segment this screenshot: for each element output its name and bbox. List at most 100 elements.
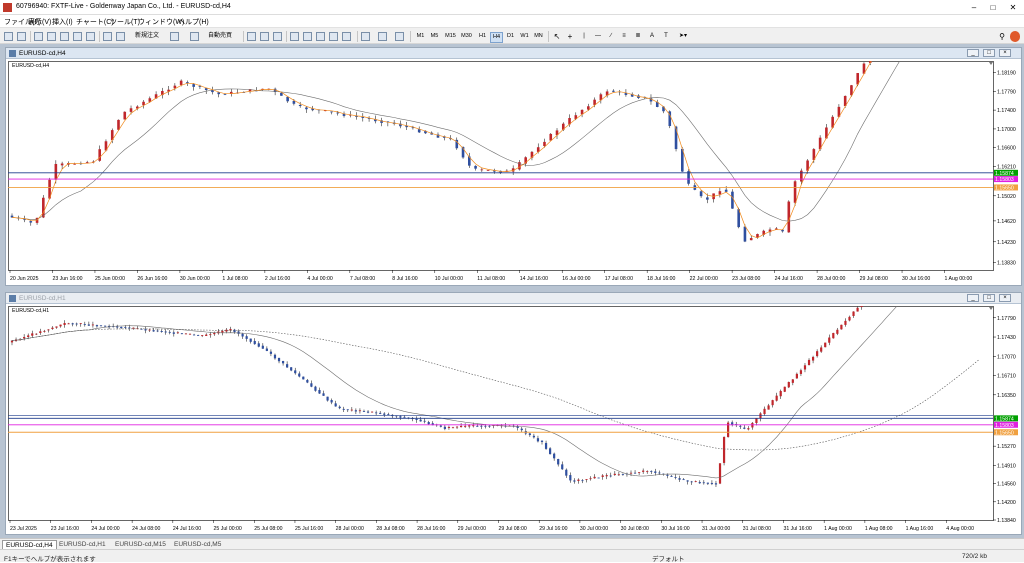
tab-eurusd-m5[interactable]: EURUSD-cd,M5 [171,540,224,549]
tf-h4[interactable]: H4 [490,32,503,43]
new-chart-icon[interactable] [4,32,13,41]
horizontal-line-icon[interactable]: — [593,31,603,42]
indicators-icon[interactable] [361,32,370,41]
candle-body [820,347,823,352]
menu-help[interactable]: ヘルプ(H) [178,17,209,27]
crosshair-icon[interactable]: + [565,31,575,42]
bar-chart-icon[interactable] [247,32,256,41]
candle-body [472,425,475,427]
vertical-line-icon[interactable]: | [580,31,588,42]
new-order-button[interactable]: 新規注文 [127,31,167,42]
terminal-icon[interactable] [73,32,82,41]
candle-body [95,325,99,327]
autoscroll-icon[interactable] [342,32,351,41]
chart-close-button[interactable]: × [999,49,1011,57]
templates-icon[interactable] [395,32,404,41]
price-axis-label: 1.17430 [997,335,1016,341]
candle-body [103,325,107,327]
periods-icon[interactable] [378,32,387,41]
trendline-icon[interactable]: ∕ [606,31,616,42]
cursor-icon[interactable]: ↖ [552,31,562,42]
candle-body [358,410,362,412]
candlestick-chart-h4[interactable]: EURUSD-cd,H4 1.18190 1.17790 1.17400 1.17000… [8,61,1019,282]
tf-m5[interactable]: M5 [428,32,441,41]
candle-body [589,478,592,480]
minimize-button[interactable]: – [968,2,980,13]
menu-chart[interactable]: チャート(C) [76,17,114,27]
navigator-icon[interactable] [60,32,69,41]
maximize-button[interactable]: □ [987,2,999,13]
chart-window-h1[interactable]: EURUSD-cd,H1 _ □ × EURUSD-cd,H1 1.17790 1.… [5,292,1022,535]
menu-view[interactable]: 表示(V) [28,17,51,27]
strategy-tester-icon[interactable] [86,32,95,41]
candlestick-icon[interactable] [260,32,269,41]
fibonacci-icon[interactable]: ≣ [633,31,643,42]
price-axis-label: 1.14620 [997,219,1016,225]
time-axis-label: 1 Aug 00:00 [945,276,973,282]
chart-restore-button[interactable]: □ [983,49,995,57]
auto-trade-button[interactable]: 自動売買 [201,31,239,42]
candle-body [480,425,483,427]
tf-d1[interactable]: D1 [504,32,517,41]
chart-restore-button[interactable]: □ [983,294,995,302]
channel-icon[interactable]: ≡ [619,31,629,42]
candle-body [549,133,553,141]
candle-body [811,356,815,361]
notifications-icon[interactable] [1010,31,1020,42]
candle-body [29,221,33,223]
time-axis-label: 1 Aug 08:00 [865,526,893,532]
chart-plot-h1[interactable]: EURUSD-cd,H1 1.17790 1.17430 1.17070 1.16710… [8,306,1019,532]
chart-minimize-button[interactable]: _ [967,49,979,57]
candlestick-chart-h1[interactable]: EURUSD-cd,H1 1.17790 1.17430 1.17070 1.16710… [8,306,1019,532]
close-button[interactable]: ✕ [1007,2,1019,13]
profiles-icon[interactable] [17,32,26,41]
tf-m1[interactable]: M1 [414,32,427,41]
time-axis-label: 4 Aug 00:00 [946,526,974,532]
candle-body [298,104,302,107]
market-watch-icon[interactable] [34,32,43,41]
menu-bar: ファイル(F) 表示(V) 挿入(I) チャート(C) ツール(T) ウィンドウ… [0,15,1024,27]
text-tool-icon[interactable]: A [647,31,657,42]
candle-body [184,333,188,335]
zoom-out-icon[interactable] [303,32,312,41]
candle-body [83,324,86,325]
price-axis-label: 1.18190 [997,70,1016,76]
history-center-icon[interactable] [103,32,112,41]
chart-minimize-button[interactable]: _ [967,294,979,302]
candle-body [787,381,790,388]
tf-m15[interactable]: M15 [444,32,457,41]
zoom-in-icon[interactable] [290,32,299,41]
chart-shift-icon[interactable] [329,32,338,41]
tf-mn[interactable]: MN [532,32,545,41]
chart-close-button[interactable]: × [999,294,1011,302]
tf-m30[interactable]: M30 [460,32,473,41]
candle-body [427,422,430,425]
candle-body [807,359,811,366]
menu-tools[interactable]: ツール(T) [110,17,140,27]
candle-body [164,331,167,333]
candle-body [334,403,337,407]
label-tool-icon[interactable]: T [661,31,671,42]
search-icon[interactable]: ⚲ [997,31,1007,42]
menu-insert[interactable]: 挿入(I) [52,17,73,27]
tab-eurusd-h4[interactable]: EURUSD-cd,H4 [2,540,57,549]
tile-windows-icon[interactable] [316,32,325,41]
tab-eurusd-m15[interactable]: EURUSD-cd,M15 [112,540,169,549]
time-axis-label: 29 Jul 08:00 [499,526,527,532]
price-axis-label: 1.14200 [997,500,1016,506]
candle-body [209,334,212,336]
data-window-icon[interactable] [47,32,56,41]
tab-eurusd-h1[interactable]: EURUSD-cd,H1 [56,540,109,549]
chart-window-h4[interactable]: EURUSD-cd,H4 _ □ × EURUSD-cd,H4 1.18190 1.… [5,47,1022,286]
chart-plot-h4[interactable]: EURUSD-cd,H4 1.18190 1.17790 1.17400 1.17000… [8,61,1019,282]
time-axis-label: 30 Jun 00:00 [180,276,210,282]
line-chart-icon[interactable] [273,32,282,41]
arrows-icon[interactable]: ➤▾ [676,31,690,42]
candle-body [714,483,718,485]
tf-w1[interactable]: W1 [518,32,531,41]
candle-body [544,442,548,449]
candle-body [569,475,572,481]
candle-body [71,323,74,325]
metaeditor-icon[interactable] [170,32,179,41]
tf-h1[interactable]: H1 [476,32,489,41]
